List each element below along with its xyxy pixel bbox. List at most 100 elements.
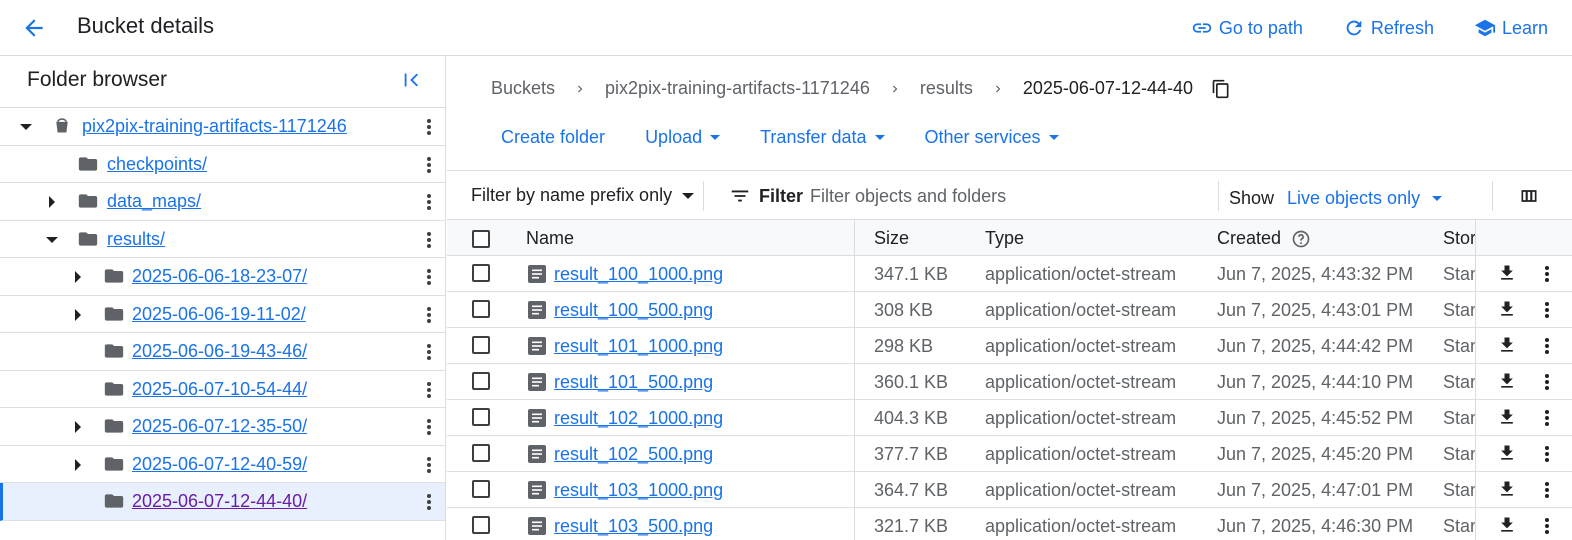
copy-path-button[interactable] — [1211, 79, 1231, 99]
object-name-link[interactable]: result_101_500.png — [554, 372, 713, 393]
tree-item-label[interactable]: 2025-06-06-19-43-46/ — [132, 341, 307, 362]
table-row[interactable]: result_101_500.png 360.1 KB application/… — [447, 364, 1572, 400]
row-checkbox[interactable] — [472, 480, 490, 498]
tree-item-folder[interactable]: results/ — [0, 221, 445, 258]
filter-mode-dropdown[interactable]: Filter by name prefix only — [471, 185, 695, 206]
tree-item-label[interactable]: 2025-06-07-10-54-44/ — [132, 379, 307, 400]
tree-item-folder[interactable]: 2025-06-07-12-35-50/ — [0, 408, 445, 446]
row-checkbox[interactable] — [472, 264, 490, 282]
row-checkbox[interactable] — [472, 408, 490, 426]
download-icon[interactable] — [1497, 263, 1517, 283]
download-icon[interactable] — [1497, 371, 1517, 391]
breadcrumb-bucket[interactable]: pix2pix-training-artifacts-1171246 — [605, 78, 870, 99]
download-icon[interactable] — [1497, 479, 1517, 499]
tree-item-label[interactable]: 2025-06-07-12-40-59/ — [132, 454, 307, 475]
row-checkbox[interactable] — [472, 516, 490, 534]
collapse-arrow-icon[interactable] — [70, 269, 86, 285]
other-services-dropdown[interactable]: Other services — [925, 127, 1059, 148]
upload-dropdown[interactable]: Upload — [645, 127, 721, 148]
table-row[interactable]: result_103_500.png 321.7 KB application/… — [447, 508, 1572, 540]
more-vert-icon[interactable] — [421, 306, 437, 324]
more-vert-icon[interactable] — [1539, 480, 1555, 500]
more-vert-icon[interactable] — [421, 418, 437, 436]
download-icon[interactable] — [1497, 443, 1517, 463]
select-all-checkbox[interactable] — [472, 230, 490, 248]
back-button[interactable] — [18, 12, 50, 44]
more-vert-icon[interactable] — [1539, 300, 1555, 320]
more-vert-icon[interactable] — [421, 156, 437, 174]
tree-item-label[interactable]: 2025-06-06-18-23-07/ — [132, 266, 307, 287]
more-vert-icon[interactable] — [1539, 336, 1555, 356]
table-row[interactable]: result_103_1000.png 364.7 KB application… — [447, 472, 1572, 508]
tree-item-folder[interactable]: 2025-06-07-10-54-44/ — [0, 371, 445, 408]
object-name-link[interactable]: result_100_1000.png — [554, 264, 723, 285]
more-vert-icon[interactable] — [1539, 516, 1555, 536]
row-checkbox[interactable] — [472, 300, 490, 318]
tree-item-label[interactable]: 2025-06-06-19-11-02/ — [132, 304, 306, 325]
table-row[interactable]: result_102_1000.png 404.3 KB application… — [447, 400, 1572, 436]
refresh-button[interactable]: Refresh — [1343, 17, 1434, 39]
column-header-created[interactable]: Created — [1217, 228, 1311, 249]
download-icon[interactable] — [1497, 335, 1517, 355]
expand-arrow-icon[interactable] — [18, 119, 34, 135]
more-vert-icon[interactable] — [421, 381, 437, 399]
row-checkbox[interactable] — [472, 372, 490, 390]
breadcrumb-results[interactable]: results — [920, 78, 973, 99]
more-vert-icon[interactable] — [1539, 408, 1555, 428]
more-vert-icon[interactable] — [421, 231, 437, 249]
download-icon[interactable] — [1497, 407, 1517, 427]
more-vert-icon[interactable] — [421, 118, 437, 136]
tree-item-bucket[interactable]: pix2pix-training-artifacts-1171246 — [0, 108, 445, 146]
column-display-button[interactable] — [1519, 186, 1539, 211]
tree-item-folder[interactable]: 2025-06-07-12-44-40/ — [0, 483, 445, 521]
more-vert-icon[interactable] — [421, 193, 437, 211]
filter-input[interactable] — [810, 183, 1210, 209]
tree-item-label[interactable]: 2025-06-07-12-35-50/ — [132, 416, 307, 437]
tree-item-folder[interactable]: 2025-06-06-19-11-02/ — [0, 296, 445, 333]
help-icon[interactable] — [1291, 229, 1311, 249]
more-vert-icon[interactable] — [421, 343, 437, 361]
tree-item-label[interactable]: results/ — [107, 229, 165, 250]
more-vert-icon[interactable] — [421, 493, 437, 511]
row-checkbox[interactable] — [472, 444, 490, 462]
tree-item-label[interactable]: 2025-06-07-12-44-40/ — [132, 491, 307, 512]
tree-item-label[interactable]: checkpoints/ — [107, 154, 207, 175]
tree-item-label[interactable]: pix2pix-training-artifacts-1171246 — [82, 116, 347, 137]
object-name-link[interactable]: result_100_500.png — [554, 300, 713, 321]
more-vert-icon[interactable] — [1539, 444, 1555, 464]
collapse-arrow-icon[interactable] — [44, 194, 60, 210]
tree-item-folder[interactable]: 2025-06-06-18-23-07/ — [0, 258, 445, 296]
tree-item-folder[interactable]: data_maps/ — [0, 183, 445, 221]
column-header-size[interactable]: Size — [874, 228, 909, 249]
transfer-data-dropdown[interactable]: Transfer data — [760, 127, 885, 148]
more-vert-icon[interactable] — [421, 268, 437, 286]
table-row[interactable]: result_102_500.png 377.7 KB application/… — [447, 436, 1572, 472]
tree-item-folder[interactable]: checkpoints/ — [0, 146, 445, 183]
more-vert-icon[interactable] — [1539, 264, 1555, 284]
column-header-type[interactable]: Type — [985, 228, 1024, 249]
collapse-arrow-icon[interactable] — [70, 419, 86, 435]
collapse-arrow-icon[interactable] — [70, 307, 86, 323]
create-folder-button[interactable]: Create folder — [501, 127, 605, 148]
breadcrumb-buckets[interactable]: Buckets — [491, 78, 555, 99]
object-name-link[interactable]: result_102_500.png — [554, 444, 713, 465]
go-to-path-button[interactable]: Go to path — [1191, 17, 1303, 39]
more-vert-icon[interactable] — [421, 456, 437, 474]
tree-item-folder[interactable]: 2025-06-06-19-43-46/ — [0, 333, 445, 371]
download-icon[interactable] — [1497, 515, 1517, 535]
filter-button[interactable]: Filter — [729, 185, 803, 207]
table-row[interactable]: result_100_500.png 308 KB application/oc… — [447, 292, 1572, 328]
expand-arrow-icon[interactable] — [44, 232, 60, 248]
column-header-storage[interactable]: Storage class — [1443, 228, 1475, 249]
column-header-name[interactable]: Name — [526, 228, 574, 249]
table-row[interactable]: result_100_1000.png 347.1 KB application… — [447, 256, 1572, 292]
collapse-panel-button[interactable] — [398, 66, 426, 94]
row-checkbox[interactable] — [472, 336, 490, 354]
learn-button[interactable]: Learn — [1474, 17, 1548, 39]
object-name-link[interactable]: result_103_1000.png — [554, 480, 723, 501]
show-objects-dropdown[interactable]: Live objects only — [1287, 188, 1443, 209]
tree-item-label[interactable]: data_maps/ — [107, 191, 201, 212]
collapse-arrow-icon[interactable] — [70, 457, 86, 473]
object-name-link[interactable]: result_101_1000.png — [554, 336, 723, 357]
object-name-link[interactable]: result_102_1000.png — [554, 408, 723, 429]
